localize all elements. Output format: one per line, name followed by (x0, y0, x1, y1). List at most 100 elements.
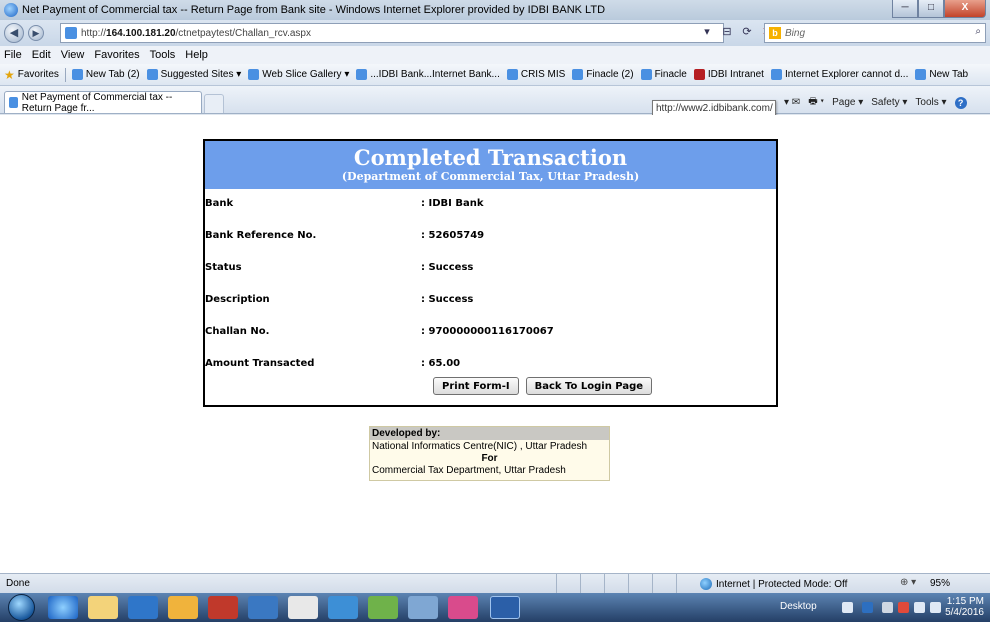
menu-help[interactable]: Help (185, 49, 208, 61)
favorites-button[interactable]: Favorites (18, 69, 59, 80)
favorite-item[interactable]: CRIS MIS (506, 69, 565, 80)
favorite-item[interactable]: Finacle (2) (572, 69, 634, 80)
zoom-level[interactable]: 95% (930, 578, 950, 589)
favorites-star-icon[interactable]: ★ (4, 68, 15, 82)
menu-file[interactable]: File (4, 49, 22, 61)
page-icon (915, 69, 927, 80)
favorite-label: Web Slice Gallery ▾ (262, 69, 350, 80)
search-box[interactable]: b Bing ⌕ (764, 23, 986, 43)
print-icon[interactable]: 🖶 ▾ (808, 94, 824, 111)
globe-icon (700, 578, 712, 590)
ie-logo-icon (4, 3, 18, 17)
developed-by-header: Developed by: (370, 427, 609, 440)
start-button[interactable] (8, 594, 35, 621)
status-bar: Done Internet | Protected Mode: Off ⊕ ▾ … (0, 573, 990, 594)
clock-date: 5/4/2016 (945, 607, 984, 618)
favorite-item[interactable]: Finacle (640, 69, 687, 80)
favorite-item[interactable]: ...IDBI Bank...Internet Bank... (356, 69, 500, 80)
page-subtitle: (Department of Commercial Tax, Uttar Pra… (341, 170, 640, 183)
outlook-taskbar-icon[interactable] (128, 596, 158, 619)
vnc-taskbar-icon[interactable] (288, 596, 318, 619)
favorite-label: New Tab (929, 69, 969, 80)
menu-favorites[interactable]: Favorites (94, 49, 139, 61)
dropdown-arrow-icon[interactable]: ▾ (700, 25, 714, 38)
page-menu[interactable]: Page ▾ (832, 97, 863, 108)
favorite-label: New Tab (2) (85, 69, 140, 80)
desktop-app-taskbar-icon[interactable] (328, 596, 358, 619)
ie-taskbar-icon[interactable] (48, 596, 78, 619)
row-label: Description (205, 294, 270, 305)
favorite-item[interactable]: New Tab (915, 69, 968, 80)
explorer-taskbar-icon[interactable] (88, 596, 118, 619)
page-icon (65, 27, 77, 39)
word-taskbar-icon[interactable] (490, 596, 520, 619)
row-label: Status (205, 262, 242, 273)
page-icon (640, 69, 652, 80)
search-placeholder: Bing (785, 27, 806, 39)
tray-arrow-icon[interactable] (842, 602, 853, 613)
print-form-button[interactable]: Print Form-I (433, 377, 519, 395)
action-buttons: Print Form-I Back To Login Page (433, 377, 653, 395)
detail-row: Amount Transacted : 65.00 (205, 358, 776, 374)
address-bar[interactable]: http://164.100.181.20/ctnetpaytest/Chall… (60, 23, 724, 43)
notebook-taskbar-icon[interactable] (248, 596, 278, 619)
zoom-icon[interactable]: ⊕ ▾ (900, 577, 916, 588)
desktop-toolbar[interactable]: Desktop (780, 601, 817, 612)
security-tray-icon[interactable] (898, 602, 909, 613)
feeds-icon[interactable]: ▾ ✉ (784, 97, 800, 108)
flag-icon[interactable] (882, 602, 893, 613)
app-taskbar-icon[interactable] (208, 596, 238, 619)
row-value: : 970000000116170067 (421, 326, 554, 337)
favorite-item[interactable]: Internet Explorer cannot d... (770, 69, 909, 80)
tools-taskbar-icon[interactable] (408, 596, 438, 619)
status-text: Done (6, 578, 30, 589)
forward-button[interactable]: ▶ (28, 25, 44, 41)
favorite-label: Internet Explorer cannot d... (784, 69, 909, 80)
page-icon (572, 69, 584, 80)
favorite-item[interactable]: Web Slice Gallery ▾ (248, 69, 349, 80)
divider (64, 67, 66, 82)
favorite-item[interactable]: New Tab (2) (71, 69, 140, 80)
paint-taskbar-icon[interactable] (448, 596, 478, 619)
idbi-logo-icon (693, 69, 705, 80)
page-icon (71, 69, 83, 80)
close-button[interactable]: X (944, 0, 986, 18)
menu-view[interactable]: View (61, 49, 85, 61)
tray-app-icon[interactable] (862, 602, 873, 613)
tools-menu[interactable]: Tools ▾ (915, 97, 946, 108)
search-icon[interactable]: ⌕ (975, 26, 981, 37)
menu-edit[interactable]: Edit (32, 49, 51, 61)
volume-icon[interactable] (930, 602, 941, 613)
favorite-item[interactable]: IDBI Intranet (693, 69, 764, 80)
detail-row: Challan No. : 970000000116170067 (205, 326, 776, 342)
favorite-label: Finacle (2) (586, 69, 634, 80)
developed-by-box: Developed by: National Informatics Centr… (369, 426, 610, 481)
back-button[interactable]: ◀ (4, 23, 24, 43)
page-icon (9, 97, 18, 108)
maximize-button[interactable]: □ (918, 0, 944, 18)
help-icon[interactable]: ? (954, 96, 967, 109)
menu-tools[interactable]: Tools (150, 49, 176, 61)
detail-row: Bank : IDBI Bank (205, 198, 776, 214)
url-path: /ctnetpaytest/Challan_rcv.aspx (175, 27, 311, 39)
security-zone[interactable]: Internet | Protected Mode: Off (700, 578, 847, 590)
network-icon[interactable] (914, 602, 925, 613)
favorite-label: IDBI Intranet (707, 69, 764, 80)
favorite-item[interactable]: Suggested Sites ▾ (146, 69, 241, 80)
frog-app-taskbar-icon[interactable] (368, 596, 398, 619)
tab-row: Net Payment of Commercial tax -- Return … (0, 86, 990, 117)
back-to-login-button[interactable]: Back To Login Page (525, 377, 653, 395)
mail-taskbar-icon[interactable] (168, 596, 198, 619)
row-value: : Success (421, 294, 474, 305)
safety-menu[interactable]: Safety ▾ (871, 97, 907, 108)
address-tools: ▾ ⊟ ⟳ ✕ (700, 25, 774, 38)
compatibility-icon[interactable]: ⊟ (720, 25, 734, 38)
detail-row: Bank Reference No. : 52605749 (205, 230, 776, 246)
new-tab-button[interactable] (204, 94, 224, 113)
minimize-button[interactable]: ─ (892, 0, 918, 18)
tab-active[interactable]: Net Payment of Commercial tax -- Return … (4, 91, 202, 114)
window-title-bar: Net Payment of Commercial tax -- Return … (0, 0, 990, 20)
clock[interactable]: 1:15 PM 5/4/2016 (945, 596, 984, 618)
refresh-icon[interactable]: ⟳ (740, 25, 754, 38)
address-row: ◀ ▶ http://164.100.181.20/ctnetpaytest/C… (0, 20, 990, 46)
